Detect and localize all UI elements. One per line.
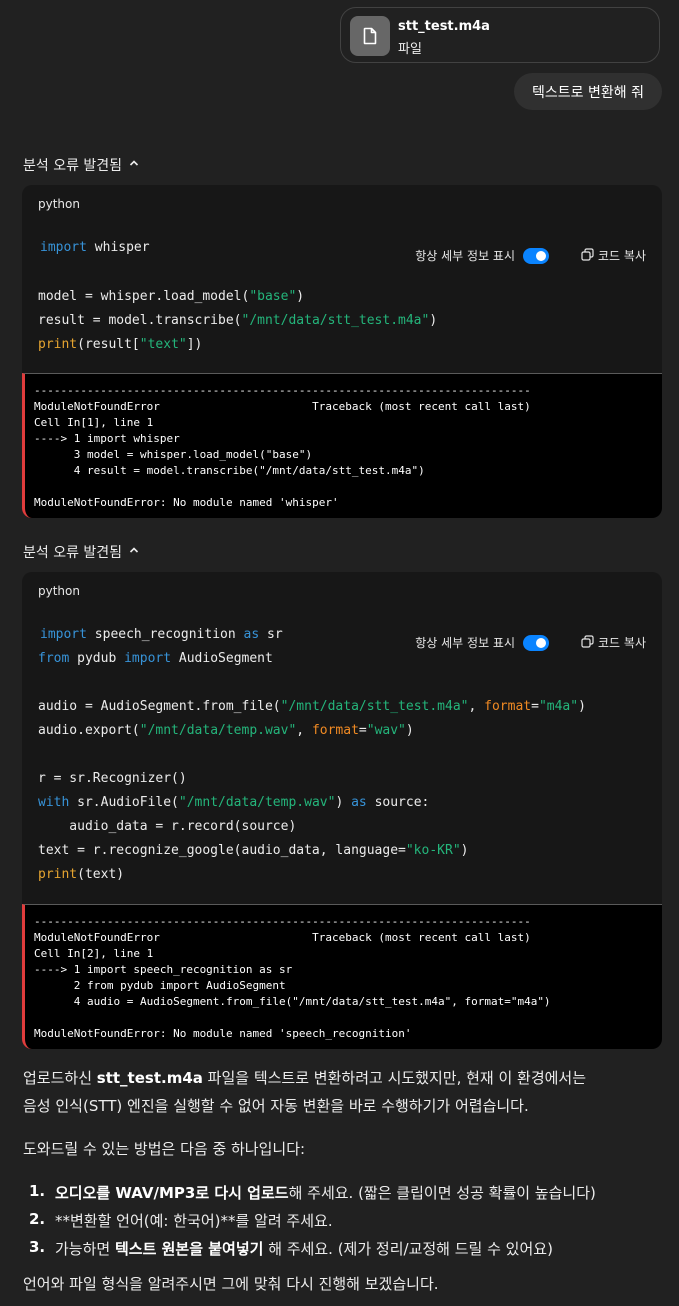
file-icon [350,16,390,56]
response-paragraph: 음성 인식(STT) 엔진을 실행할 수 없어 자동 변환을 바로 수행하기가 … [23,1097,529,1115]
code-line: from pydub import AudioSegment [38,651,273,666]
code-toolbar: 항상 세부 정보 표시 코드 복사 [415,634,646,651]
attachment-type: 파일 [398,42,422,57]
traceback-output: ----------------------------------------… [22,373,662,518]
code-line: model = whisper.load_model("base") [38,289,305,304]
code-block: python 항상 세부 정보 표시 코드 복사 import whisper … [22,185,662,373]
code-line: r = sr.Recognizer() [38,771,187,786]
traceback-line: 3 model = whisper.load_model("base") [34,448,313,461]
code-language-label: python [38,197,80,211]
code-line: import whisper [40,240,150,255]
code-line: with sr.AudioFile("/mnt/data/temp.wav") … [38,795,430,810]
code-line: result = model.transcribe("/mnt/data/stt… [38,313,438,328]
response-paragraph: 업로드하신 stt_test.m4a 파일을 텍스트로 변환하려고 시도했지만,… [23,1069,587,1087]
traceback-line: 4 audio = AudioSegment.from_file("/mnt/d… [34,995,551,1008]
list-item: 가능하면 텍스트 원본을 붙여넣기 해 주세요. (제가 정리/교정해 드릴 수… [55,1240,553,1258]
code-toolbar: 항상 세부 정보 표시 코드 복사 [415,247,646,264]
chevron-up-icon [128,544,140,560]
user-message-bubble: 텍스트로 변환해 줘 [514,73,662,110]
always-show-details-label: 항상 세부 정보 표시 [415,636,516,650]
code-line: text = r.recognize_google(audio_data, la… [38,843,469,858]
code-line: audio = AudioSegment.from_file("/mnt/dat… [38,699,586,714]
traceback-line: 2 from pydub import AudioSegment [34,979,286,992]
list-item-number: 2. [29,1210,46,1228]
analysis-error-header[interactable]: 분석 오류 발견됨 [23,155,140,175]
list-item-number: 3. [29,1238,46,1256]
traceback-line: ----> 1 import whisper [34,432,180,445]
copy-code-label: 코드 복사 [598,636,646,650]
copy-code-label: 코드 복사 [598,249,646,263]
traceback-line: ----------------------------------------… [34,915,531,928]
traceback-line: ModuleNotFoundError Traceback (most rece… [34,931,531,944]
copy-code-button[interactable]: 코드 복사 [581,247,646,264]
copy-code-button[interactable]: 코드 복사 [581,634,646,651]
traceback-line: ModuleNotFoundError: No module named 'wh… [34,496,339,509]
code-line: audio.export("/mnt/data/temp.wav", forma… [38,723,414,738]
code-language-label: python [38,584,80,598]
analysis-error-label: 분석 오류 발견됨 [23,158,123,174]
attachment-filename: stt_test.m4a [398,19,490,34]
traceback-line: ----> 1 import speech_recognition as sr [34,963,293,976]
code-block: python 항상 세부 정보 표시 코드 복사 import speech_r… [22,572,662,904]
code-line: print(text) [38,867,125,882]
analysis-error-header[interactable]: 분석 오류 발견됨 [23,542,140,562]
traceback-line: ----------------------------------------… [34,384,531,397]
response-paragraph: 도와드릴 수 있는 방법은 다음 중 하나입니다: [23,1140,306,1158]
traceback-output: ----------------------------------------… [22,904,662,1049]
code-line: import speech_recognition as sr [40,627,283,642]
analysis-error-label: 분석 오류 발견됨 [23,545,123,561]
attachment-chip[interactable]: stt_test.m4a 파일 [340,7,660,63]
traceback-line: Cell In[2], line 1 [34,947,154,960]
traceback-line: 4 result = model.transcribe("/mnt/data/s… [34,464,425,477]
traceback-line: ModuleNotFoundError Traceback (most rece… [34,400,531,413]
list-item-number: 1. [29,1182,46,1200]
copy-icon [581,247,594,264]
always-show-details-toggle[interactable] [523,634,550,651]
traceback-line: ModuleNotFoundError: No module named 'sp… [34,1027,412,1040]
code-line: audio_data = r.record(source) [38,819,297,834]
list-item: 오디오를 WAV/MP3로 다시 업로드해 주세요. (짧은 클립이면 성공 확… [55,1184,596,1202]
chevron-up-icon [128,157,140,173]
always-show-details-toggle[interactable] [523,247,550,264]
copy-icon [581,634,594,651]
traceback-line: Cell In[1], line 1 [34,416,154,429]
response-paragraph: 언어와 파일 형식을 알려주시면 그에 맞춰 다시 진행해 보겠습니다. [23,1275,439,1293]
list-item: **변환할 언어(예: 한국어)**를 알려 주세요. [55,1212,333,1230]
always-show-details-label: 항상 세부 정보 표시 [415,249,516,263]
code-line: print(result["text"]) [38,337,203,352]
